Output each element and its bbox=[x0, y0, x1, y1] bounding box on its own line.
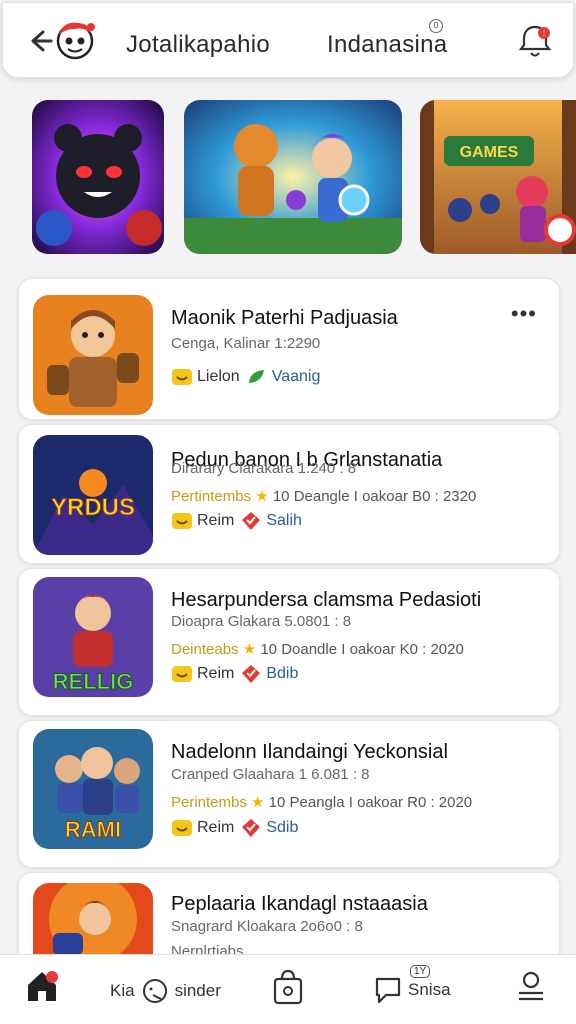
banner-3-title: GAMES bbox=[460, 144, 519, 161]
game-title: Hesarpundersa clamsma Pedasioti bbox=[171, 589, 482, 611]
tag-label-primary: Reim bbox=[197, 665, 235, 682]
home-icon bbox=[28, 971, 58, 1001]
meta-gold-label: Deinteabs bbox=[171, 641, 239, 658]
nav-messages-badge: 1Y bbox=[410, 965, 431, 978]
game-card[interactable]: Maonik Paterhi Padjuasia Cenga, Kalinar … bbox=[18, 278, 560, 420]
game-3-art: RELLIG bbox=[33, 577, 153, 697]
game-thumbnail: YRDUS bbox=[33, 435, 153, 555]
coin-icon bbox=[172, 369, 192, 385]
tag-label-primary: Reim bbox=[197, 819, 235, 836]
nav-messages[interactable]: Snisa bbox=[374, 975, 451, 1005]
game-3-logo-text: RELLIG bbox=[53, 669, 134, 694]
featured-carousel[interactable]: GAMES bbox=[0, 98, 576, 258]
game-1-art bbox=[33, 295, 153, 415]
game-tags: Reim Sdib bbox=[171, 818, 298, 838]
nav-finder[interactable]: Kia sinder bbox=[110, 977, 221, 1005]
tag-label-secondary: Sdib bbox=[266, 819, 299, 836]
back-arrow-icon[interactable] bbox=[25, 27, 53, 55]
game-meta: Cenga, Kalinar 1:2290 bbox=[171, 335, 321, 352]
nav-messages-label: Snisa bbox=[408, 980, 451, 999]
svg-text:!: ! bbox=[543, 29, 545, 38]
app-logo-icon bbox=[56, 22, 95, 60]
game-4-logo-text: RAMI bbox=[65, 817, 121, 842]
game-tags: Reim Bdib bbox=[171, 664, 298, 684]
game-thumbnail bbox=[33, 883, 153, 955]
game-meta: Dioapra Glakara 5.0801 : 8 bbox=[171, 613, 352, 630]
more-options-icon[interactable]: ••• bbox=[511, 301, 537, 327]
tag-label-primary: Reim bbox=[197, 512, 235, 529]
nav-profile[interactable] bbox=[516, 969, 546, 1003]
banner-1-art bbox=[32, 100, 164, 254]
game-2-logo-text: YRDUS bbox=[51, 494, 135, 521]
meta-rest: 10 Deangle I oakoar B0 : 2320 bbox=[272, 488, 477, 505]
leaf-icon bbox=[248, 370, 264, 383]
game-card[interactable]: YRDUS Pedun banon I b Grlanstanatia Dira… bbox=[18, 424, 560, 564]
game-meta-secondary: Pertintembs ★ 10 Deangle I oakoar B0 : 2… bbox=[171, 487, 476, 505]
tab-first[interactable]: Jotalikapahio bbox=[126, 31, 270, 59]
tag-label-secondary: Vaanig bbox=[271, 368, 321, 385]
star-icon: ★ bbox=[242, 641, 257, 658]
featured-banner-3[interactable]: GAMES bbox=[420, 100, 576, 254]
bottom-navigation: Kia sinder Snisa 1Y bbox=[0, 954, 576, 1024]
game-meta-secondary: Deinteabs ★ 10 Doandle I oakoar K0 : 202… bbox=[171, 640, 464, 658]
shopping-bag-icon bbox=[273, 969, 303, 1005]
profile-icon bbox=[519, 971, 543, 1001]
tab-second[interactable]: Indanasina bbox=[327, 31, 447, 59]
game-thumbnail bbox=[33, 295, 153, 415]
meta-rest: 10 Doandle I oakoar K0 : 2020 bbox=[260, 641, 464, 658]
game-tags: Lielon Vaanig bbox=[171, 367, 320, 387]
coin-icon bbox=[172, 666, 192, 682]
game-5-art bbox=[33, 883, 153, 955]
nav-store[interactable] bbox=[272, 969, 304, 1005]
tag-label-secondary: Bdib bbox=[266, 665, 299, 682]
top-header: Jotalikapahio Indanasina 0 ! bbox=[2, 2, 574, 78]
tab-badge: 0 bbox=[429, 19, 443, 33]
game-card[interactable]: RAMI Nadelonn Ilandaingi Yeckonsial Cran… bbox=[18, 720, 560, 868]
notification-bell-icon[interactable]: ! bbox=[517, 21, 553, 61]
meta-rest: 10 Peangla I oakoar R0 : 2020 bbox=[268, 794, 473, 811]
chat-bubble-icon bbox=[375, 977, 401, 1004]
coin-icon bbox=[172, 820, 192, 836]
game-4-art: RAMI bbox=[33, 729, 153, 849]
shield-icon bbox=[242, 819, 261, 837]
game-tags: Reim Salih bbox=[171, 511, 302, 531]
search-face-icon bbox=[142, 979, 167, 1003]
game-title: Nadelonn Ilandaingi Yeckonsial bbox=[171, 741, 448, 763]
banner-3-art: GAMES bbox=[420, 100, 576, 254]
meta-gold-label: Perintembs bbox=[171, 794, 247, 811]
game-thumbnail: RELLIG bbox=[33, 577, 153, 697]
game-thumbnail: RAMI bbox=[33, 729, 153, 849]
game-meta: Snagrard Kloakara 2o6o0 : 8 bbox=[171, 918, 363, 935]
game-meta: Cranped Glaahara 1 6.081 : 8 bbox=[171, 766, 370, 783]
nav-finder-label: sinder bbox=[174, 981, 221, 1000]
featured-banner-2[interactable] bbox=[184, 100, 402, 254]
shield-icon bbox=[242, 665, 261, 683]
game-title: Maonik Paterhi Padjuasia bbox=[171, 307, 398, 329]
game-meta-secondary: Perintembs ★ 10 Peangla I oakoar R0 : 20… bbox=[171, 793, 472, 811]
shield-icon bbox=[242, 512, 261, 530]
tag-label-primary: Lielon bbox=[197, 368, 240, 385]
game-meta: Dirarary Clarakara 1.240 : 8 bbox=[171, 460, 357, 477]
game-2-art: YRDUS bbox=[33, 435, 153, 555]
featured-banner-1[interactable] bbox=[32, 100, 164, 254]
tag-label-secondary: Salih bbox=[266, 512, 302, 529]
meta-gold-label: Pertintembs bbox=[171, 488, 252, 505]
star-icon: ★ bbox=[255, 488, 269, 505]
star-icon: ★ bbox=[251, 794, 265, 811]
banner-2-art bbox=[184, 100, 402, 254]
nav-finder-prefix: Kia bbox=[110, 981, 135, 1000]
coin-icon bbox=[172, 513, 192, 529]
game-title: Peplaaria Ikandagl nstaaasia bbox=[171, 893, 428, 915]
game-card[interactable]: RELLIG Hesarpundersa clamsma Pedasioti D… bbox=[18, 568, 560, 716]
nav-home[interactable] bbox=[26, 969, 58, 1003]
